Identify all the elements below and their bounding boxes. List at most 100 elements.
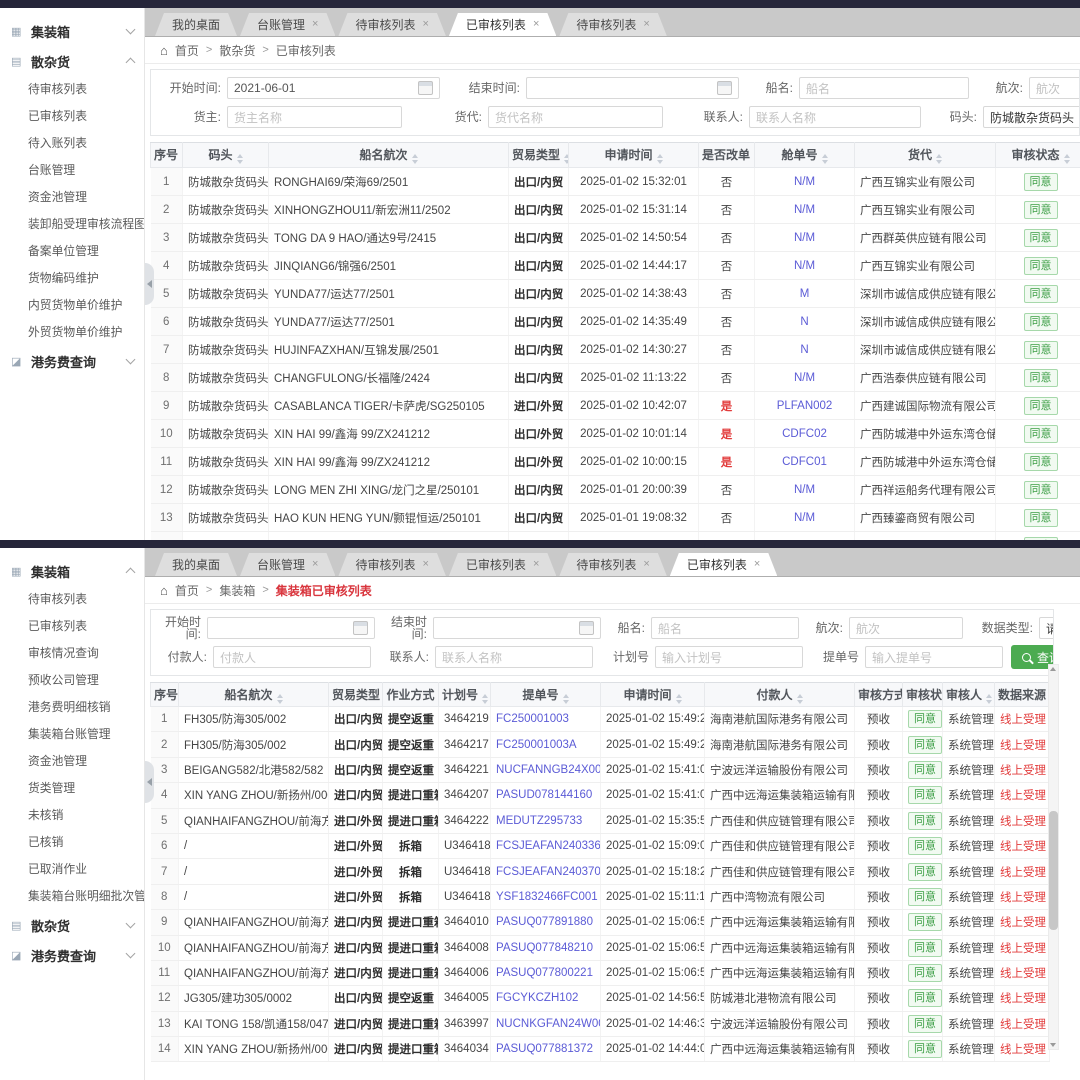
input-field[interactable]: [433, 617, 601, 639]
table-row[interactable]: 2FH305/防海305/002出口/内贸提空返重3464217FC250001…: [151, 732, 1050, 757]
tab-2[interactable]: 待审核列表×: [338, 553, 445, 576]
calendar-icon[interactable]: [579, 621, 594, 635]
input-field[interactable]: 输入提单号: [865, 646, 1003, 668]
source-link[interactable]: 线上受理: [1000, 790, 1046, 802]
link-value[interactable]: FCSJEAFAN2403709S: [496, 866, 601, 878]
sidebar-item[interactable]: 已核销: [0, 829, 144, 856]
link-value[interactable]: PASUQ077848210: [496, 942, 593, 954]
table-row[interactable]: 6/进口/外贸拆箱U3464185FCSJEAFAN2403360S2025-0…: [151, 833, 1050, 858]
scroll-up-icon[interactable]: [1050, 667, 1056, 671]
link-value[interactable]: PASUQ077800221: [496, 967, 593, 979]
sidebar-collapse-handle[interactable]: [145, 263, 154, 305]
link-value[interactable]: NUCFANNGB24X0001A: [496, 764, 601, 776]
col-header-audit-mode[interactable]: 审核方式: [855, 683, 903, 707]
col-header-data-source[interactable]: 数据来源: [995, 683, 1050, 707]
scroll-down-icon[interactable]: [1050, 1043, 1056, 1047]
input-field[interactable]: 船名: [651, 617, 799, 639]
source-link[interactable]: 线上受理: [1000, 1019, 1046, 1031]
input-field[interactable]: 输入计划号: [655, 646, 803, 668]
col-header-audit-status[interactable]: 审核状态: [996, 143, 1080, 168]
table-row[interactable]: 5防城散杂货码头YUNDA77/运达77/2501出口/内贸2025-01-02…: [151, 280, 1080, 308]
link-value[interactable]: FC250001003A: [496, 739, 577, 751]
link-value[interactable]: YSF1832466FC001: [496, 891, 598, 903]
sidebar-item[interactable]: 备案单位管理: [0, 238, 144, 265]
link-value[interactable]: N/M: [794, 204, 815, 216]
link-value[interactable]: FGCYKCZH102: [496, 992, 578, 1004]
tab-2[interactable]: 待审核列表×: [338, 13, 445, 36]
col-header-apply-time[interactable]: 申请时间: [569, 143, 699, 168]
link-value[interactable]: N: [800, 344, 808, 356]
breadcrumb-item[interactable]: 首页: [175, 582, 199, 599]
calendar-icon[interactable]: [353, 621, 368, 635]
col-header-auditor[interactable]: 审核人: [943, 683, 995, 707]
link-value[interactable]: CDFC01: [782, 456, 827, 468]
sidebar-item[interactable]: 资金池管理: [0, 184, 144, 211]
source-link[interactable]: 线上受理: [1000, 816, 1046, 828]
col-header-vessel-voyage[interactable]: 船名航次: [269, 143, 509, 168]
source-link[interactable]: 线上受理: [1000, 943, 1046, 955]
col-header-vessel-voyage[interactable]: 船名航次: [179, 683, 329, 707]
tab-1[interactable]: 台账管理×: [240, 13, 335, 36]
table-row[interactable]: 4防城散杂货码头JINQIANG6/锦强6/2501出口/内贸2025-01-0…: [151, 252, 1080, 280]
input-field[interactable]: 航次: [1029, 77, 1080, 99]
breadcrumb-item[interactable]: 散杂货: [219, 42, 255, 59]
sidebar-item[interactable]: 内贸货物单价维护: [0, 292, 144, 319]
tab-0[interactable]: 我的桌面: [155, 553, 237, 576]
select-码头[interactable]: 防城散杂货码头: [983, 106, 1080, 128]
input-field[interactable]: [207, 617, 375, 639]
sidebar-collapse-handle[interactable]: [145, 761, 154, 803]
col-header-bill-no[interactable]: 提单号: [491, 683, 601, 707]
table-row[interactable]: 9QIANHAIFANGZHOU/前海方舟/0702QF进口/内贸提进口重箱34…: [151, 910, 1050, 935]
link-value[interactable]: N/M: [794, 176, 815, 188]
sidebar-item[interactable]: 外贸货物单价维护: [0, 319, 144, 346]
source-link[interactable]: 线上受理: [1000, 892, 1046, 904]
sort-icon[interactable]: [563, 694, 569, 704]
source-link[interactable]: 线上受理: [1000, 968, 1046, 980]
sidebar-item[interactable]: 审核情况查询: [0, 640, 144, 667]
link-value[interactable]: NUCNKGFAN24W0016: [496, 1018, 601, 1030]
sidebar-item[interactable]: 预收公司管理: [0, 667, 144, 694]
sidebar-item[interactable]: 货物编码维护: [0, 265, 144, 292]
table-row[interactable]: 12JG305/建功305/0002出口/内贸提空返重3464005FGCYKC…: [151, 986, 1050, 1011]
tab-3[interactable]: 已审核列表×: [449, 553, 556, 576]
sidebar-item[interactable]: 已审核列表: [0, 613, 144, 640]
sort-icon[interactable]: [986, 694, 992, 704]
link-value[interactable]: N/M: [794, 260, 815, 272]
sort-icon[interactable]: [482, 694, 488, 704]
table-row[interactable]: 11防城散杂货码头XIN HAI 99/鑫海 99/ZX241212出口/外贸2…: [151, 448, 1080, 476]
input-field[interactable]: 2021-06-01: [227, 77, 440, 99]
source-link[interactable]: 线上受理: [1000, 841, 1046, 853]
table-row[interactable]: 11QIANHAIFANGZHOU/前海方舟/0702QF进口/内贸提进口重箱3…: [151, 960, 1050, 985]
sort-icon[interactable]: [564, 154, 568, 164]
breadcrumb-item[interactable]: 首页: [175, 42, 199, 59]
tab-close-icon[interactable]: ×: [312, 19, 318, 30]
sidebar-item[interactable]: 未核销: [0, 802, 144, 829]
sidebar-item[interactable]: 台账管理: [0, 157, 144, 184]
table-row[interactable]: 1防城散杂货码头RONGHAI69/荣海69/2501出口/内贸2025-01-…: [151, 168, 1080, 196]
table-row[interactable]: 7防城散杂货码头HUJINFAZXHAN/互锦发展/2501出口/内贸2025-…: [151, 336, 1080, 364]
table-row[interactable]: 2防城散杂货码头XINHONGZHOU11/新宏洲11/2502出口/内贸202…: [151, 196, 1080, 224]
source-link[interactable]: 线上受理: [1000, 917, 1046, 929]
table-row[interactable]: 13KAI TONG 158/凯通158/0477QF进口/内贸提进口重箱346…: [151, 1011, 1050, 1036]
table-row[interactable]: 3BEIGANG582/北港582/582出口/内贸提空返重3464221NUC…: [151, 757, 1050, 782]
sidebar-item[interactable]: 港务费明细核销: [0, 694, 144, 721]
input-field[interactable]: 联系人名称: [749, 106, 921, 128]
sort-icon[interactable]: [277, 694, 283, 704]
tab-3[interactable]: 已审核列表×: [449, 13, 556, 36]
sidebar-item[interactable]: 待审核列表: [0, 586, 144, 613]
col-header-trade-type[interactable]: 贸易类型: [329, 683, 383, 707]
link-value[interactable]: FC250001003: [496, 713, 569, 725]
link-value[interactable]: PASUQ077881372: [496, 1043, 593, 1055]
tab-close-icon[interactable]: ×: [422, 559, 428, 570]
tab-close-icon[interactable]: ×: [422, 19, 428, 30]
breadcrumb-item[interactable]: 已审核列表: [276, 42, 336, 59]
table-row[interactable]: 13防城散杂货码头HAO KUN HENG YUN/颢锟恒运/250101出口/…: [151, 504, 1080, 532]
table-row[interactable]: 8/进口/外贸拆箱U3464189YSF1832466FC0012025-01-…: [151, 884, 1050, 909]
sidebar-item[interactable]: 集装箱台账管理: [0, 721, 144, 748]
sidebar-section-2[interactable]: ◪港务费查询: [0, 940, 144, 970]
input-field[interactable]: 船名: [799, 77, 969, 99]
col-header-wharf[interactable]: 码头: [183, 143, 269, 168]
source-link[interactable]: 线上受理: [1000, 993, 1046, 1005]
calendar-icon[interactable]: [717, 81, 732, 95]
home-icon[interactable]: ⌂: [160, 583, 168, 598]
